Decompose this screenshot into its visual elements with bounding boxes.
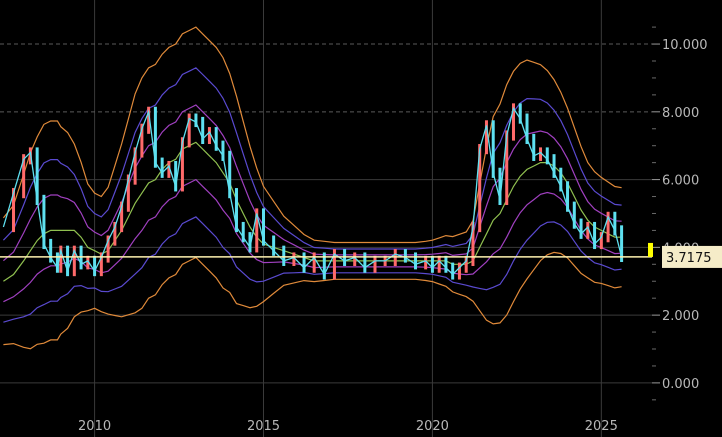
bands bbox=[2, 26, 622, 350]
x-tick-label: 2015 bbox=[247, 419, 280, 434]
price-candle bbox=[414, 252, 418, 270]
x-tick-label: 2010 bbox=[78, 419, 111, 434]
grid bbox=[0, 0, 652, 437]
price-candle bbox=[579, 218, 583, 239]
price-candle bbox=[373, 255, 377, 273]
y-tick-label: 6.000 bbox=[662, 174, 699, 189]
last-price-marker bbox=[648, 242, 653, 257]
price-candle bbox=[201, 116, 205, 145]
y-tick-label: 2.000 bbox=[662, 309, 699, 324]
price-candle bbox=[403, 249, 407, 263]
x-tick-label: 2020 bbox=[416, 419, 449, 434]
price-candle bbox=[593, 221, 597, 250]
price-candle bbox=[363, 252, 367, 273]
price-candle bbox=[302, 252, 306, 273]
price-candle bbox=[282, 245, 286, 266]
price-candle bbox=[437, 255, 441, 273]
y-tick-label: 8.000 bbox=[662, 106, 699, 121]
band-lower-line bbox=[3, 178, 622, 303]
band-upper-line bbox=[2, 26, 622, 244]
band-upper-line bbox=[3, 104, 622, 262]
price-candle bbox=[430, 255, 434, 273]
y-tick-label: 0.000 bbox=[662, 377, 699, 392]
band-upper-line bbox=[2, 67, 622, 250]
chart-container: 20102015202020250.0002.0004.0006.0008.00… bbox=[0, 0, 722, 437]
axes: 20102015202020250.0002.0004.0006.0008.00… bbox=[78, 26, 708, 434]
moving-average bbox=[3, 141, 622, 282]
last-price-label: 3.7175 bbox=[666, 251, 712, 266]
price-candle bbox=[532, 133, 536, 161]
price-chart: 20102015202020250.0002.0004.0006.0008.00… bbox=[0, 0, 722, 437]
price-candle bbox=[444, 255, 448, 273]
price-candle bbox=[93, 255, 97, 277]
price-candle bbox=[272, 235, 276, 256]
price-candle bbox=[312, 252, 316, 273]
price-candle bbox=[451, 262, 455, 280]
price-candle bbox=[160, 157, 164, 178]
x-tick-label: 2025 bbox=[585, 419, 618, 434]
price-series bbox=[2, 103, 624, 280]
y-tick-label: 10.000 bbox=[662, 38, 708, 53]
price-candle bbox=[457, 262, 461, 280]
moving-average-line bbox=[3, 141, 622, 282]
